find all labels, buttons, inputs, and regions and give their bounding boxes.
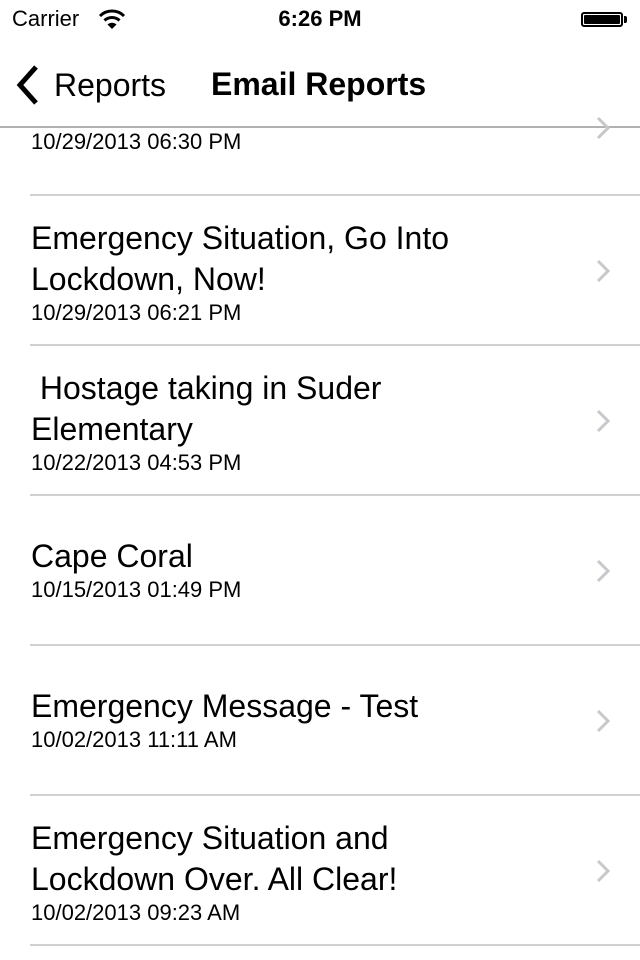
list-item[interactable]: Emergency Message - Test 10/02/2013 11:1… — [0, 646, 640, 796]
row-separator — [30, 944, 640, 946]
list-item[interactable]: Emergency Situation, Go Into Lockdown, N… — [0, 196, 640, 346]
chevron-right-icon — [596, 409, 610, 433]
list-item[interactable]: Hostage taking in Suder Elementary 10/22… — [0, 346, 640, 496]
page-title: Email Reports — [211, 66, 427, 102]
status-bar: Carrier 6:26 PM — [0, 0, 640, 40]
report-date: 10/02/2013 11:11 AM — [31, 727, 237, 752]
status-time: 6:26 PM — [278, 6, 362, 31]
list-item[interactable]: Cape Coral 10/15/2013 01:49 PM — [0, 496, 640, 646]
list-item[interactable]: Emergency Situation and Lockdown Over. A… — [0, 796, 640, 946]
email-reports-list: 10/29/2013 06:30 PM Emergency Situation,… — [0, 116, 640, 946]
navigation-bar: Reports Email Reports — [0, 40, 640, 128]
report-date: 10/29/2013 06:21 PM — [31, 300, 242, 325]
report-title: Emergency Message - Test — [31, 688, 419, 724]
list-item[interactable]: 10/29/2013 06:30 PM — [0, 116, 640, 196]
report-title: Emergency Situation and Lockdown Over. A… — [31, 820, 398, 897]
report-date: 10/29/2013 06:30 PM — [31, 129, 242, 154]
back-button-label: Reports — [54, 66, 167, 103]
report-title: Hostage taking in Suder Elementary — [31, 370, 382, 447]
report-date: 10/15/2013 01:49 PM — [31, 577, 242, 602]
battery-tip — [624, 16, 627, 23]
chevron-left-icon — [16, 65, 38, 105]
chevron-right-icon — [596, 859, 610, 883]
chevron-right-icon — [596, 259, 610, 283]
battery-full-icon — [581, 12, 623, 27]
chevron-right-icon — [596, 709, 610, 733]
back-button[interactable]: Reports — [14, 60, 166, 110]
report-title: Cape Coral — [31, 538, 193, 574]
chevron-right-icon — [596, 559, 610, 583]
report-title: Emergency Situation, Go Into Lockdown, N… — [31, 220, 449, 297]
report-date: 10/22/2013 04:53 PM — [31, 450, 242, 475]
chevron-right-icon — [596, 116, 610, 140]
report-date: 10/02/2013 09:23 AM — [31, 900, 241, 925]
